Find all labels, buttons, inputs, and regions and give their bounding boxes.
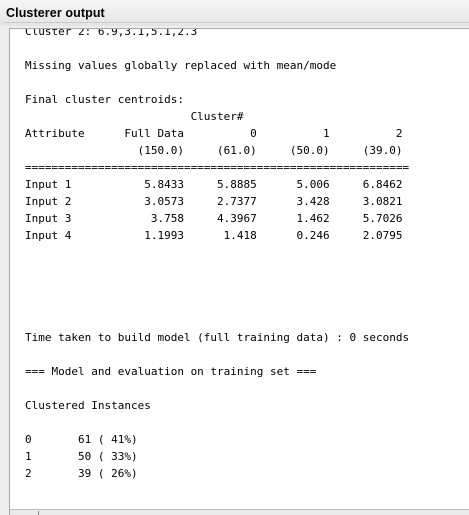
panel-title-bar: Clusterer output (0, 0, 469, 26)
horizontal-scrollbar[interactable] (10, 509, 469, 515)
title-divider (4, 22, 469, 23)
panel-title: Clusterer output (6, 6, 105, 20)
output-body-text: Missing values globally replaced with me… (25, 59, 410, 480)
output-first-line: Cluster 2: 6.9,3.1,5.1,2.3 (25, 29, 198, 38)
output-text-area[interactable]: Cluster 2: 6.9,3.1,5.1,2.3 Missing value… (10, 29, 469, 515)
scrollbar-thumb[interactable] (38, 511, 39, 515)
clusterer-output-panel: Clusterer output Cluster 2: 6.9,3.1,5.1,… (0, 0, 469, 515)
